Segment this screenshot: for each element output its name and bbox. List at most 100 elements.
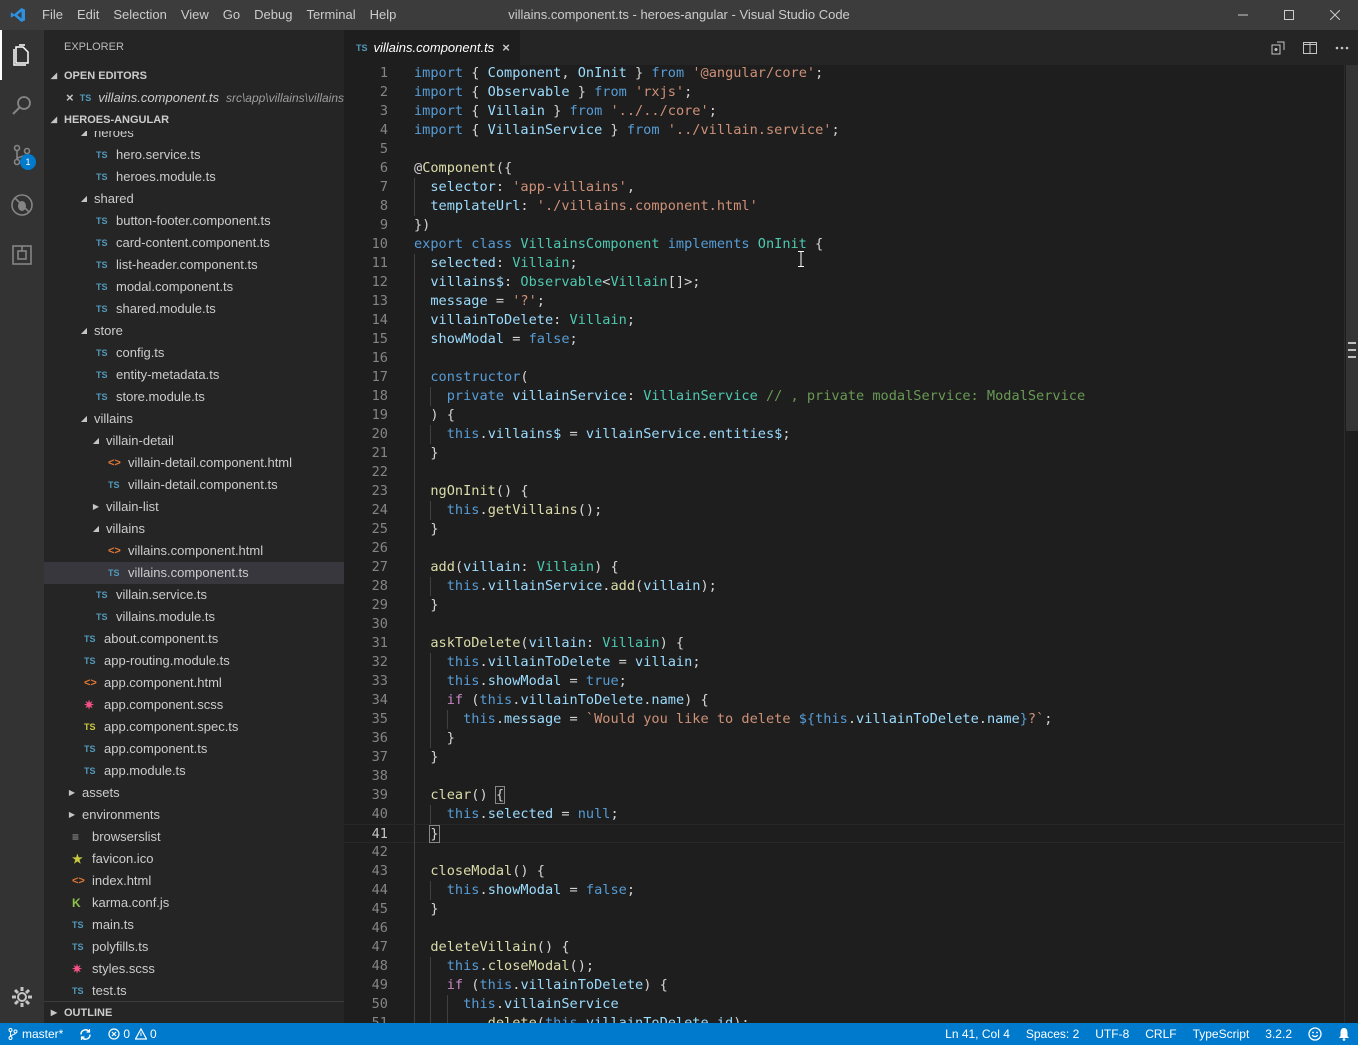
file-item[interactable]: TS main.ts [44,914,344,936]
file-item[interactable]: ★ favicon.ico [44,848,344,870]
code-line[interactable]: 22 [344,463,1344,482]
code-line[interactable]: 27 add(villain: Villain) { [344,558,1344,577]
file-item[interactable]: TS store.module.ts [44,386,344,408]
menu-file[interactable]: File [35,0,70,30]
feedback-smiley-icon[interactable] [1300,1027,1330,1041]
code-line[interactable]: 25 } [344,520,1344,539]
code-line[interactable]: 34 if (this.villainToDelete.name) { [344,691,1344,710]
split-editor-icon[interactable] [1294,40,1326,56]
more-actions-icon[interactable] [1326,40,1358,56]
file-item[interactable]: TS card-content.component.ts [44,232,344,254]
code-line[interactable]: 42 [344,843,1344,862]
tab-villains-component[interactable]: TS villains.component.ts × [344,30,520,65]
code-line[interactable]: 50 this.villainService [344,995,1344,1014]
file-item[interactable]: Kkarma.conf.js [44,892,344,914]
debug-icon[interactable] [0,180,44,230]
code-line[interactable]: 30 [344,615,1344,634]
code-line[interactable]: 46 [344,919,1344,938]
file-item[interactable]: TS villains.component.ts [44,562,344,584]
code-line[interactable]: 44 this.showModal = false; [344,881,1344,900]
code-line[interactable]: 47 deleteVillain() { [344,938,1344,957]
file-item[interactable]: TS villain.service.ts [44,584,344,606]
file-item[interactable]: TS app-routing.module.ts [44,650,344,672]
scrollbar-thumb[interactable] [1346,65,1358,431]
file-item[interactable]: ≡ browserslist [44,826,344,848]
code-line[interactable]: 20 this.villains$ = villainService.entit… [344,425,1344,444]
close-window-button[interactable] [1312,0,1358,30]
code-line[interactable]: 36 } [344,729,1344,748]
code-line[interactable]: 39 clear() { [344,786,1344,805]
file-item[interactable]: TS entity-metadata.ts [44,364,344,386]
code-line[interactable]: 49 if (this.villainToDelete) { [344,976,1344,995]
code-line[interactable]: 4 import { VillainService } from '../vill… [344,121,1344,140]
cursor-position[interactable]: Ln 41, Col 4 [937,1023,1018,1045]
notifications-bell-icon[interactable] [1330,1027,1358,1041]
folder-item[interactable]: ▶ environments [44,804,344,826]
file-item[interactable]: <> villain-detail.component.html [44,452,344,474]
folder-item[interactable]: ◢ heroes [44,131,344,144]
code-line[interactable]: 35 this.message = `Would you like to del… [344,710,1344,729]
encoding[interactable]: UTF-8 [1087,1023,1137,1045]
code-line[interactable]: 19 ) { [344,406,1344,425]
open-changes-icon[interactable] [1262,40,1294,56]
extensions-icon[interactable] [0,230,44,280]
file-item[interactable]: TS modal.component.ts [44,276,344,298]
file-item[interactable]: TS app.component.ts [44,738,344,760]
code-line[interactable]: 43 closeModal() { [344,862,1344,881]
open-editor-item[interactable]: × TS villains.component.ts src\app\villa… [44,87,344,109]
minimize-button[interactable] [1220,0,1266,30]
code-line[interactable]: 28 this.villainService.add(villain); [344,577,1344,596]
gear-icon[interactable] [0,977,44,1017]
folder-item[interactable]: ◢ shared [44,188,344,210]
menu-help[interactable]: Help [363,0,404,30]
code-line[interactable]: 12 villains$: Observable<Villain[]>; [344,273,1344,292]
file-item[interactable]: TS villains.module.ts [44,606,344,628]
menu-selection[interactable]: Selection [106,0,173,30]
folder-item[interactable]: ▶ assets [44,782,344,804]
code-line[interactable]: 24 this.getVillains(); [344,501,1344,520]
menu-view[interactable]: View [174,0,216,30]
file-item[interactable]: TS app.component.spec.ts [44,716,344,738]
file-item[interactable]: TS list-header.component.ts [44,254,344,276]
code-line[interactable]: 21 } [344,444,1344,463]
code-line[interactable]: 51 .delete(this.villainToDelete.id); [344,1014,1344,1023]
language-mode[interactable]: TypeScript [1185,1023,1258,1045]
file-item[interactable]: TS polyfills.ts [44,936,344,958]
code-line[interactable]: 3 import { Villain } from '../../core'; [344,102,1344,121]
close-icon[interactable]: × [502,40,510,55]
code-line[interactable]: 29 } [344,596,1344,615]
vscode-logo-icon[interactable] [0,0,35,30]
menu-go[interactable]: Go [216,0,247,30]
typescript-version[interactable]: 3.2.2 [1257,1023,1300,1045]
search-icon[interactable] [0,80,44,130]
file-item[interactable]: TS test.ts [44,980,344,999]
code-line[interactable]: 31 askToDelete(villain: Villain) { [344,634,1344,653]
code-line[interactable]: 11 selected: Villain; [344,254,1344,273]
explorer-icon[interactable] [0,30,44,80]
code-line[interactable]: 33 this.showModal = true; [344,672,1344,691]
code-line[interactable]: 10 export class VillainsComponent impleme… [344,235,1344,254]
code-line[interactable]: 18 private villainService: VillainServic… [344,387,1344,406]
folder-item[interactable]: ◢ villain-detail [44,430,344,452]
code-line[interactable]: 2 import { Observable } from 'rxjs'; [344,83,1344,102]
file-item[interactable]: TS villain-detail.component.ts [44,474,344,496]
open-editors-header[interactable]: ◢ OPEN EDITORS [44,65,344,87]
file-item[interactable]: TS heroes.module.ts [44,166,344,188]
line-endings[interactable]: CRLF [1137,1023,1184,1045]
branch-indicator[interactable]: master* [0,1023,71,1045]
code-editor[interactable]: 1 import { Component, OnInit } from '@ang… [344,65,1358,1023]
menu-edit[interactable]: Edit [70,0,106,30]
outline-header[interactable]: ▶ OUTLINE [44,1002,344,1023]
menu-debug[interactable]: Debug [247,0,299,30]
code-line[interactable]: 8 templateUrl: './villains.component.htm… [344,197,1344,216]
problems-indicator[interactable]: 0 0 [100,1023,164,1045]
file-item[interactable]: TS config.ts [44,342,344,364]
project-header[interactable]: ◢ HEROES-ANGULAR [44,109,344,131]
code-line[interactable]: 45 } [344,900,1344,919]
file-item[interactable]: TS shared.module.ts [44,298,344,320]
code-line[interactable]: 40 this.selected = null; [344,805,1344,824]
folder-item[interactable]: ◢ store [44,320,344,342]
code-line[interactable]: 16 [344,349,1344,368]
folder-item[interactable]: ◢ villains [44,408,344,430]
file-item[interactable]: TS hero.service.ts [44,144,344,166]
